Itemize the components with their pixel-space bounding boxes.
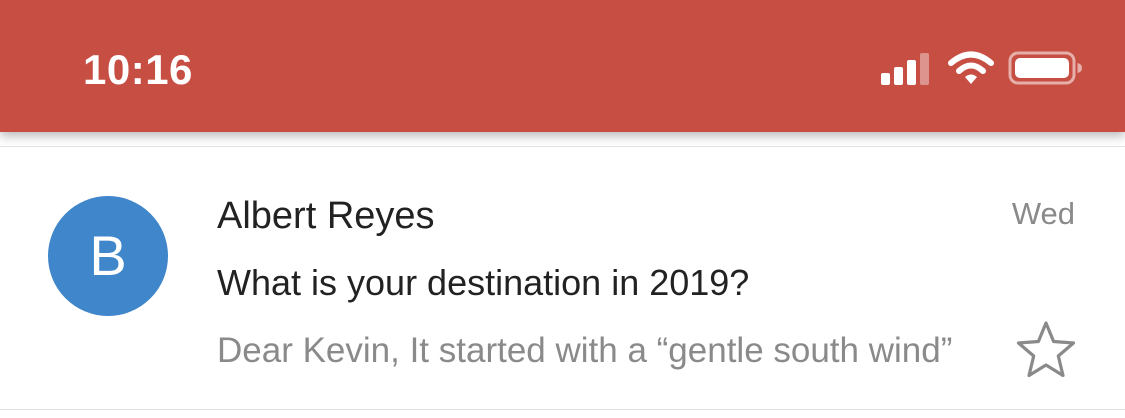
email-sender: Albert Reyes [217,195,435,237]
avatar: B [48,196,168,316]
status-bar: 10:16 [0,0,1125,132]
email-list-item[interactable]: B Albert Reyes Wed What is your destinat… [0,147,1125,409]
list-divider [0,409,1125,410]
battery-icon [1008,51,1082,85]
email-date: Wed [1011,196,1075,231]
star-icon[interactable] [1016,320,1076,378]
signal-icon [881,53,929,85]
status-time: 10:16 [83,46,193,93]
wifi-icon [948,51,994,84]
email-snippet: Dear Kevin, It started with a “gentle so… [217,331,953,370]
email-subject: What is your destination in 2019? [217,262,750,303]
